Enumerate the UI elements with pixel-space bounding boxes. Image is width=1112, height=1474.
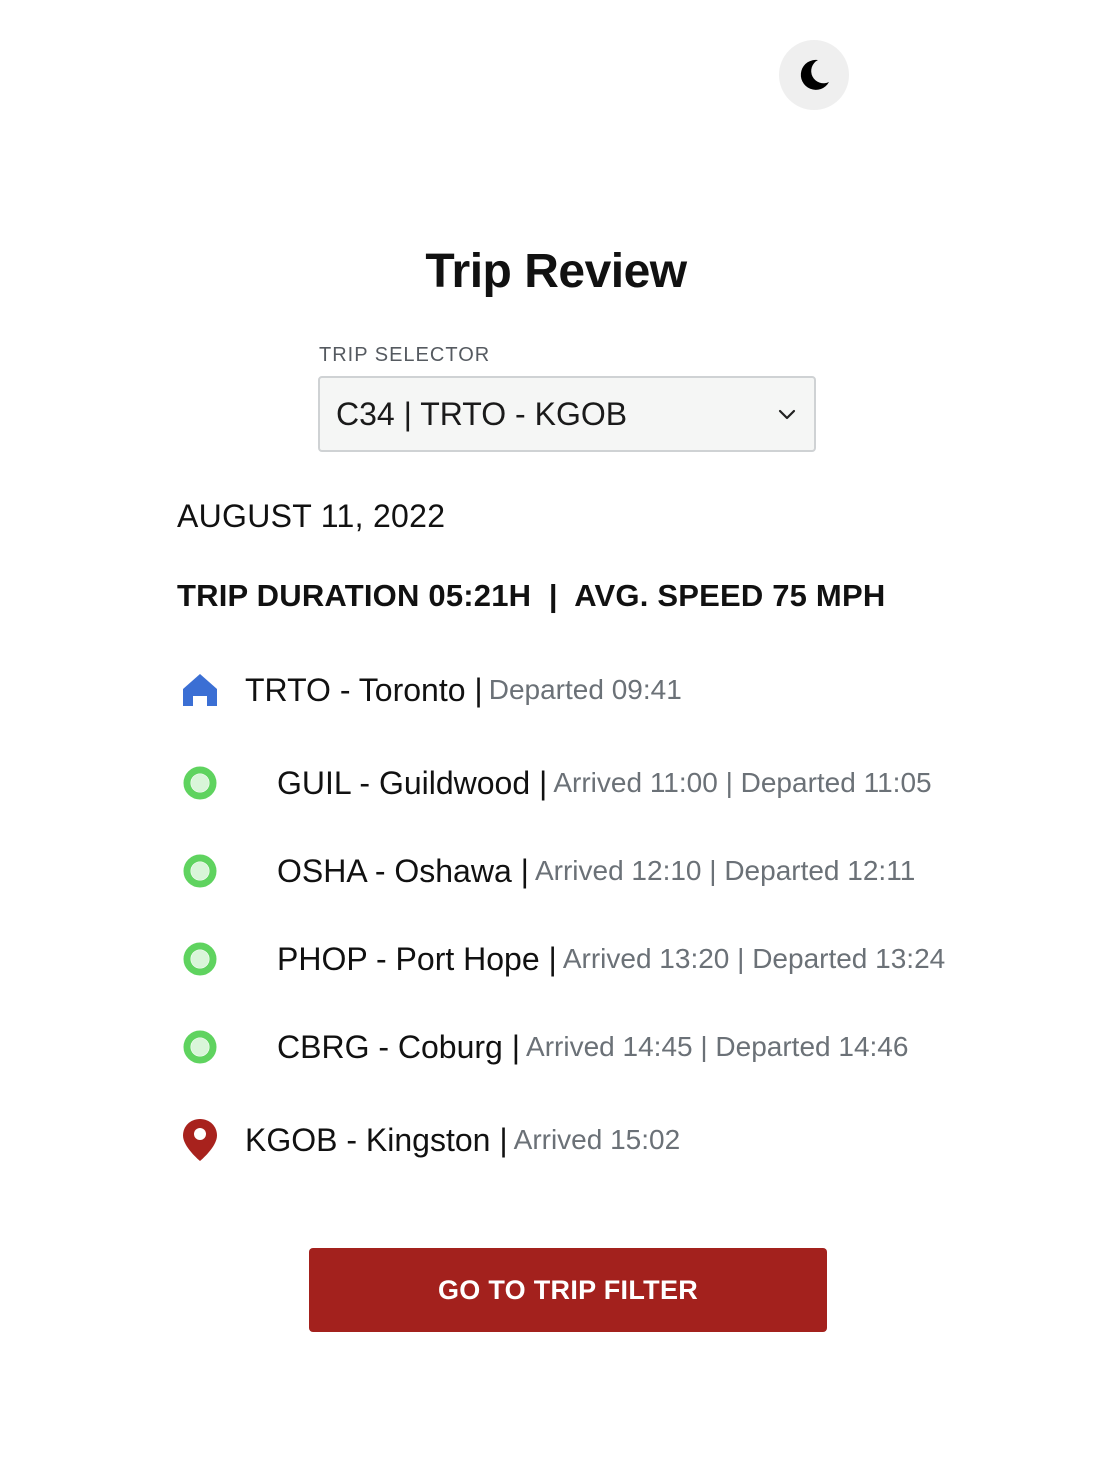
moon-icon [794, 55, 834, 95]
trip-date: AUGUST 11, 2022 [177, 498, 446, 534]
map-pin-icon [177, 1117, 223, 1163]
home-icon [177, 667, 223, 713]
stop-dot-icon [177, 848, 223, 894]
trip-review-page: Trip Review TRIP SELECTOR C34 | TRTO - K… [0, 0, 1112, 1474]
stop-intermediate: GUIL - Guildwood | Arrived 11:00 | Depar… [177, 760, 932, 806]
stop-times: Arrived 13:20 | Departed 13:24 [562, 943, 946, 974]
stop-times: Arrived 15:02 [513, 1124, 681, 1155]
stop-times: Arrived 14:45 | Departed 14:46 [526, 1031, 909, 1062]
stop-name: OSHA - Oshawa | [277, 852, 529, 889]
page-title: Trip Review [425, 245, 687, 298]
stop-dot-icon [177, 1024, 223, 1070]
trip-selector-dropdown[interactable]: C34 | TRTO - KGOB [318, 376, 816, 452]
stop-name: KGOB - Kingston | [245, 1121, 508, 1158]
stop-origin: TRTO - Toronto | Departed 09:41 [177, 667, 682, 713]
stop-dot-icon [177, 936, 223, 982]
stop-times: Arrived 12:10 | Departed 12:11 [534, 855, 916, 886]
trip-selector-value: C34 | TRTO - KGOB [336, 395, 628, 432]
stop-dot-icon [177, 760, 223, 806]
trip-selector-label: TRIP SELECTOR [319, 344, 491, 366]
go-to-trip-filter-button[interactable]: GO TO TRIP FILTER [309, 1248, 827, 1332]
chevron-down-icon [776, 403, 798, 425]
stop-intermediate: OSHA - Oshawa | Arrived 12:10 | Departed… [177, 848, 915, 894]
theme-toggle-button[interactable] [779, 40, 849, 110]
stop-name: TRTO - Toronto | [245, 671, 483, 708]
stop-intermediate: PHOP - Port Hope | Arrived 13:20 | Depar… [177, 936, 945, 982]
stop-name: CBRG - Coburg | [277, 1028, 521, 1065]
stop-intermediate: CBRG - Coburg | Arrived 14:45 | Departed… [177, 1024, 908, 1070]
stop-name: GUIL - Guildwood | [277, 764, 548, 801]
trip-summary: TRIP DURATION 05:21H | AVG. SPEED 75 MPH [177, 578, 886, 613]
stop-times: Departed 09:41 [488, 674, 682, 705]
stop-destination: KGOB - Kingston | Arrived 15:02 [177, 1117, 680, 1163]
stop-name: PHOP - Port Hope | [277, 940, 557, 977]
stop-times: Arrived 11:00 | Departed 11:05 [553, 767, 932, 798]
